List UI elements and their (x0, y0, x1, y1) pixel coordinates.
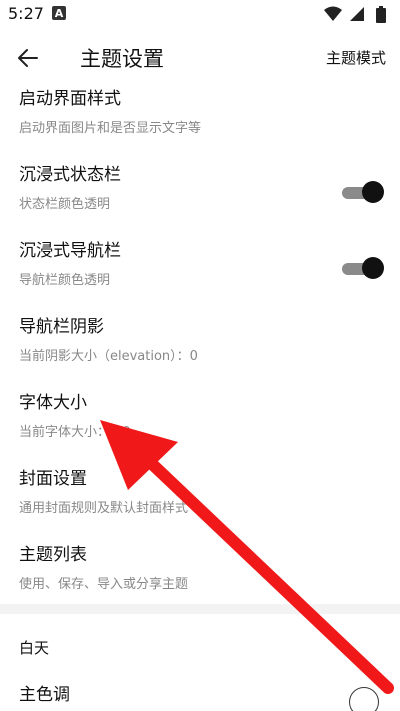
toggle-thumb (362, 181, 384, 203)
setting-launch-screen[interactable]: 启动界面样式 启动界面图片和是否显示文字等 (0, 82, 400, 158)
arrow-left-icon (18, 49, 38, 67)
setting-title: 启动界面样式 (19, 89, 121, 109)
setting-font-size[interactable]: 字体大小 当前字体大小：1.0 (0, 386, 400, 462)
signal-icon (348, 5, 366, 23)
setting-title: 封面设置 (19, 469, 87, 489)
setting-subtitle: 启动界面图片和是否显示文字等 (19, 121, 202, 136)
section-divider (0, 604, 400, 614)
setting-theme-list[interactable]: 主题列表 使用、保存、导入或分享主题 (0, 538, 400, 614)
setting-title: 主题列表 (19, 545, 87, 565)
setting-cover[interactable]: 封面设置 通用封面规则及默认封面样式 (0, 462, 400, 538)
app-bar: 主题设置 主题模式 (0, 28, 400, 88)
setting-title: 字体大小 (19, 393, 87, 413)
setting-subtitle: 通用封面规则及默认封面样式 (19, 501, 189, 516)
wifi-icon (324, 5, 342, 23)
battery-icon (372, 5, 390, 23)
setting-title: 导航栏阴影 (19, 317, 104, 337)
status-icons (324, 5, 390, 23)
color-swatch[interactable] (349, 687, 379, 711)
status-bar-toggle[interactable] (342, 180, 384, 206)
status-bar: 5:27 A (0, 0, 400, 28)
nav-bar-toggle[interactable] (342, 256, 384, 282)
setting-subtitle: 使用、保存、导入或分享主题 (19, 577, 189, 592)
status-time: 5:27 (8, 4, 44, 23)
toggle-thumb (362, 257, 384, 279)
setting-immersive-nav-bar[interactable]: 沉浸式导航栏 导航栏颜色透明 (0, 234, 400, 310)
setting-subtitle: 当前字体大小：1.0 (19, 425, 131, 440)
back-button[interactable] (8, 38, 48, 78)
setting-subtitle: 当前阴影大小（elevation）：0 (19, 349, 198, 364)
setting-nav-bar-shadow[interactable]: 导航栏阴影 当前阴影大小（elevation）：0 (0, 310, 400, 386)
page-title: 主题设置 (80, 47, 164, 71)
section-header-day: 白天 (19, 639, 50, 657)
setting-immersive-status-bar[interactable]: 沉浸式状态栏 状态栏颜色透明 (0, 158, 400, 234)
theme-mode-button[interactable]: 主题模式 (326, 47, 386, 68)
settings-list: 启动界面样式 启动界面图片和是否显示文字等 沉浸式状态栏 状态栏颜色透明 沉浸式… (0, 82, 400, 614)
setting-title: 主色调 (19, 685, 70, 705)
notification-icon: A (52, 6, 66, 20)
setting-primary-color[interactable]: 主色调 (0, 672, 400, 711)
